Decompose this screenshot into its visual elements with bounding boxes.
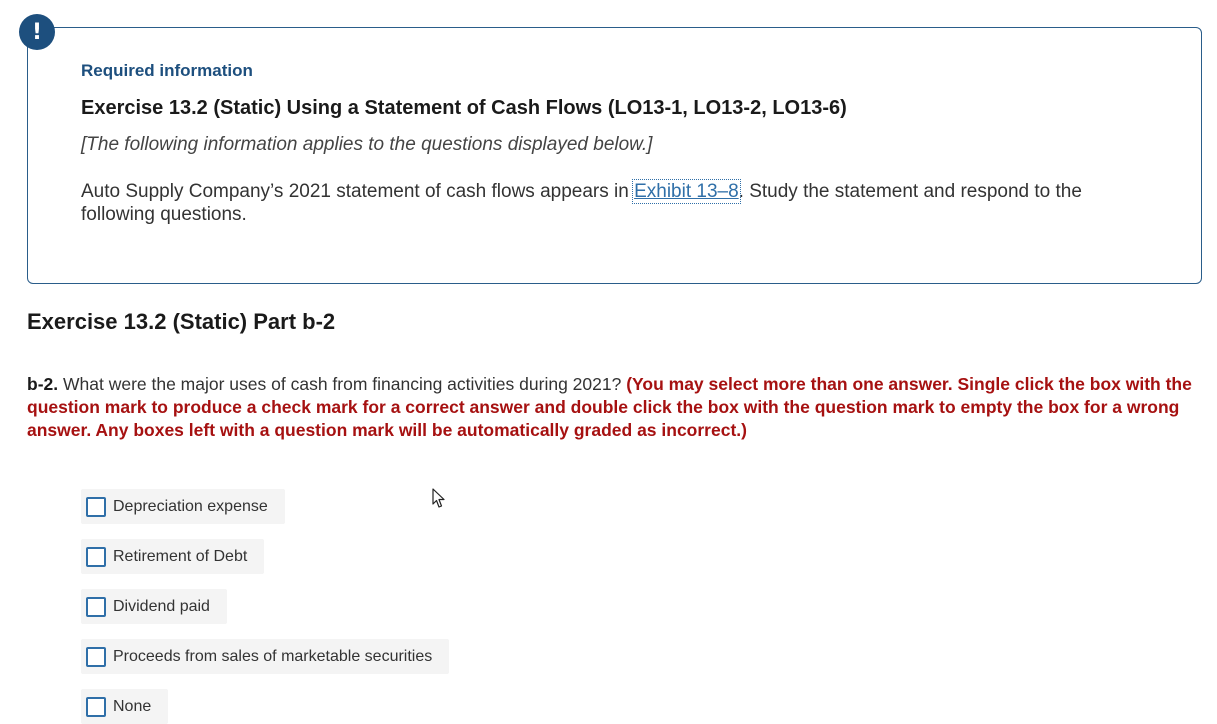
question-text: b-2. What were the major uses of cash fr… (27, 373, 1202, 442)
description-text-before: Auto Supply Company’s 2021 statement of … (81, 181, 635, 202)
checkbox-icon[interactable] (86, 496, 106, 517)
question-prompt: What were the major uses of cash from fi… (58, 374, 627, 394)
exhibit-link[interactable]: Exhibit 13–8 (632, 179, 741, 204)
required-info-label: Required information (81, 61, 253, 80)
required-info-box: Required information Exercise 13.2 (Stat… (27, 27, 1202, 284)
exercise-title: Exercise 13.2 (Static) Using a Statement… (81, 97, 847, 119)
checkbox-icon[interactable] (86, 696, 106, 717)
option-label: Depreciation expense (113, 497, 268, 515)
option-label: Retirement of Debt (113, 547, 248, 565)
option-none[interactable]: None (81, 689, 169, 724)
option-proceeds-marketable-securities[interactable]: Proceeds from sales of marketable securi… (81, 639, 450, 674)
option-label: Dividend paid (113, 597, 210, 615)
option-dividend-paid[interactable]: Dividend paid (81, 589, 227, 624)
answer-options: Depreciation expense Retirement of Debt … (81, 489, 450, 724)
checkbox-icon[interactable] (86, 596, 106, 617)
page: Required information Exercise 13.2 (Stat… (0, 0, 1217, 724)
mouse-cursor-icon (432, 488, 445, 508)
option-depreciation-expense[interactable]: Depreciation expense (81, 489, 285, 524)
exercise-description: Auto Supply Company’s 2021 statement of … (81, 179, 1161, 226)
checkbox-icon[interactable] (86, 646, 106, 667)
applies-note: [The following information applies to th… (81, 134, 653, 155)
checkbox-icon[interactable] (86, 546, 106, 567)
question-number: b-2. (27, 374, 59, 394)
alert-icon: ! (19, 14, 55, 50)
part-title: Exercise 13.2 (Static) Part b-2 (27, 309, 336, 334)
option-label: Proceeds from sales of marketable securi… (113, 647, 433, 665)
option-label: None (113, 697, 152, 715)
option-retirement-of-debt[interactable]: Retirement of Debt (81, 539, 265, 574)
